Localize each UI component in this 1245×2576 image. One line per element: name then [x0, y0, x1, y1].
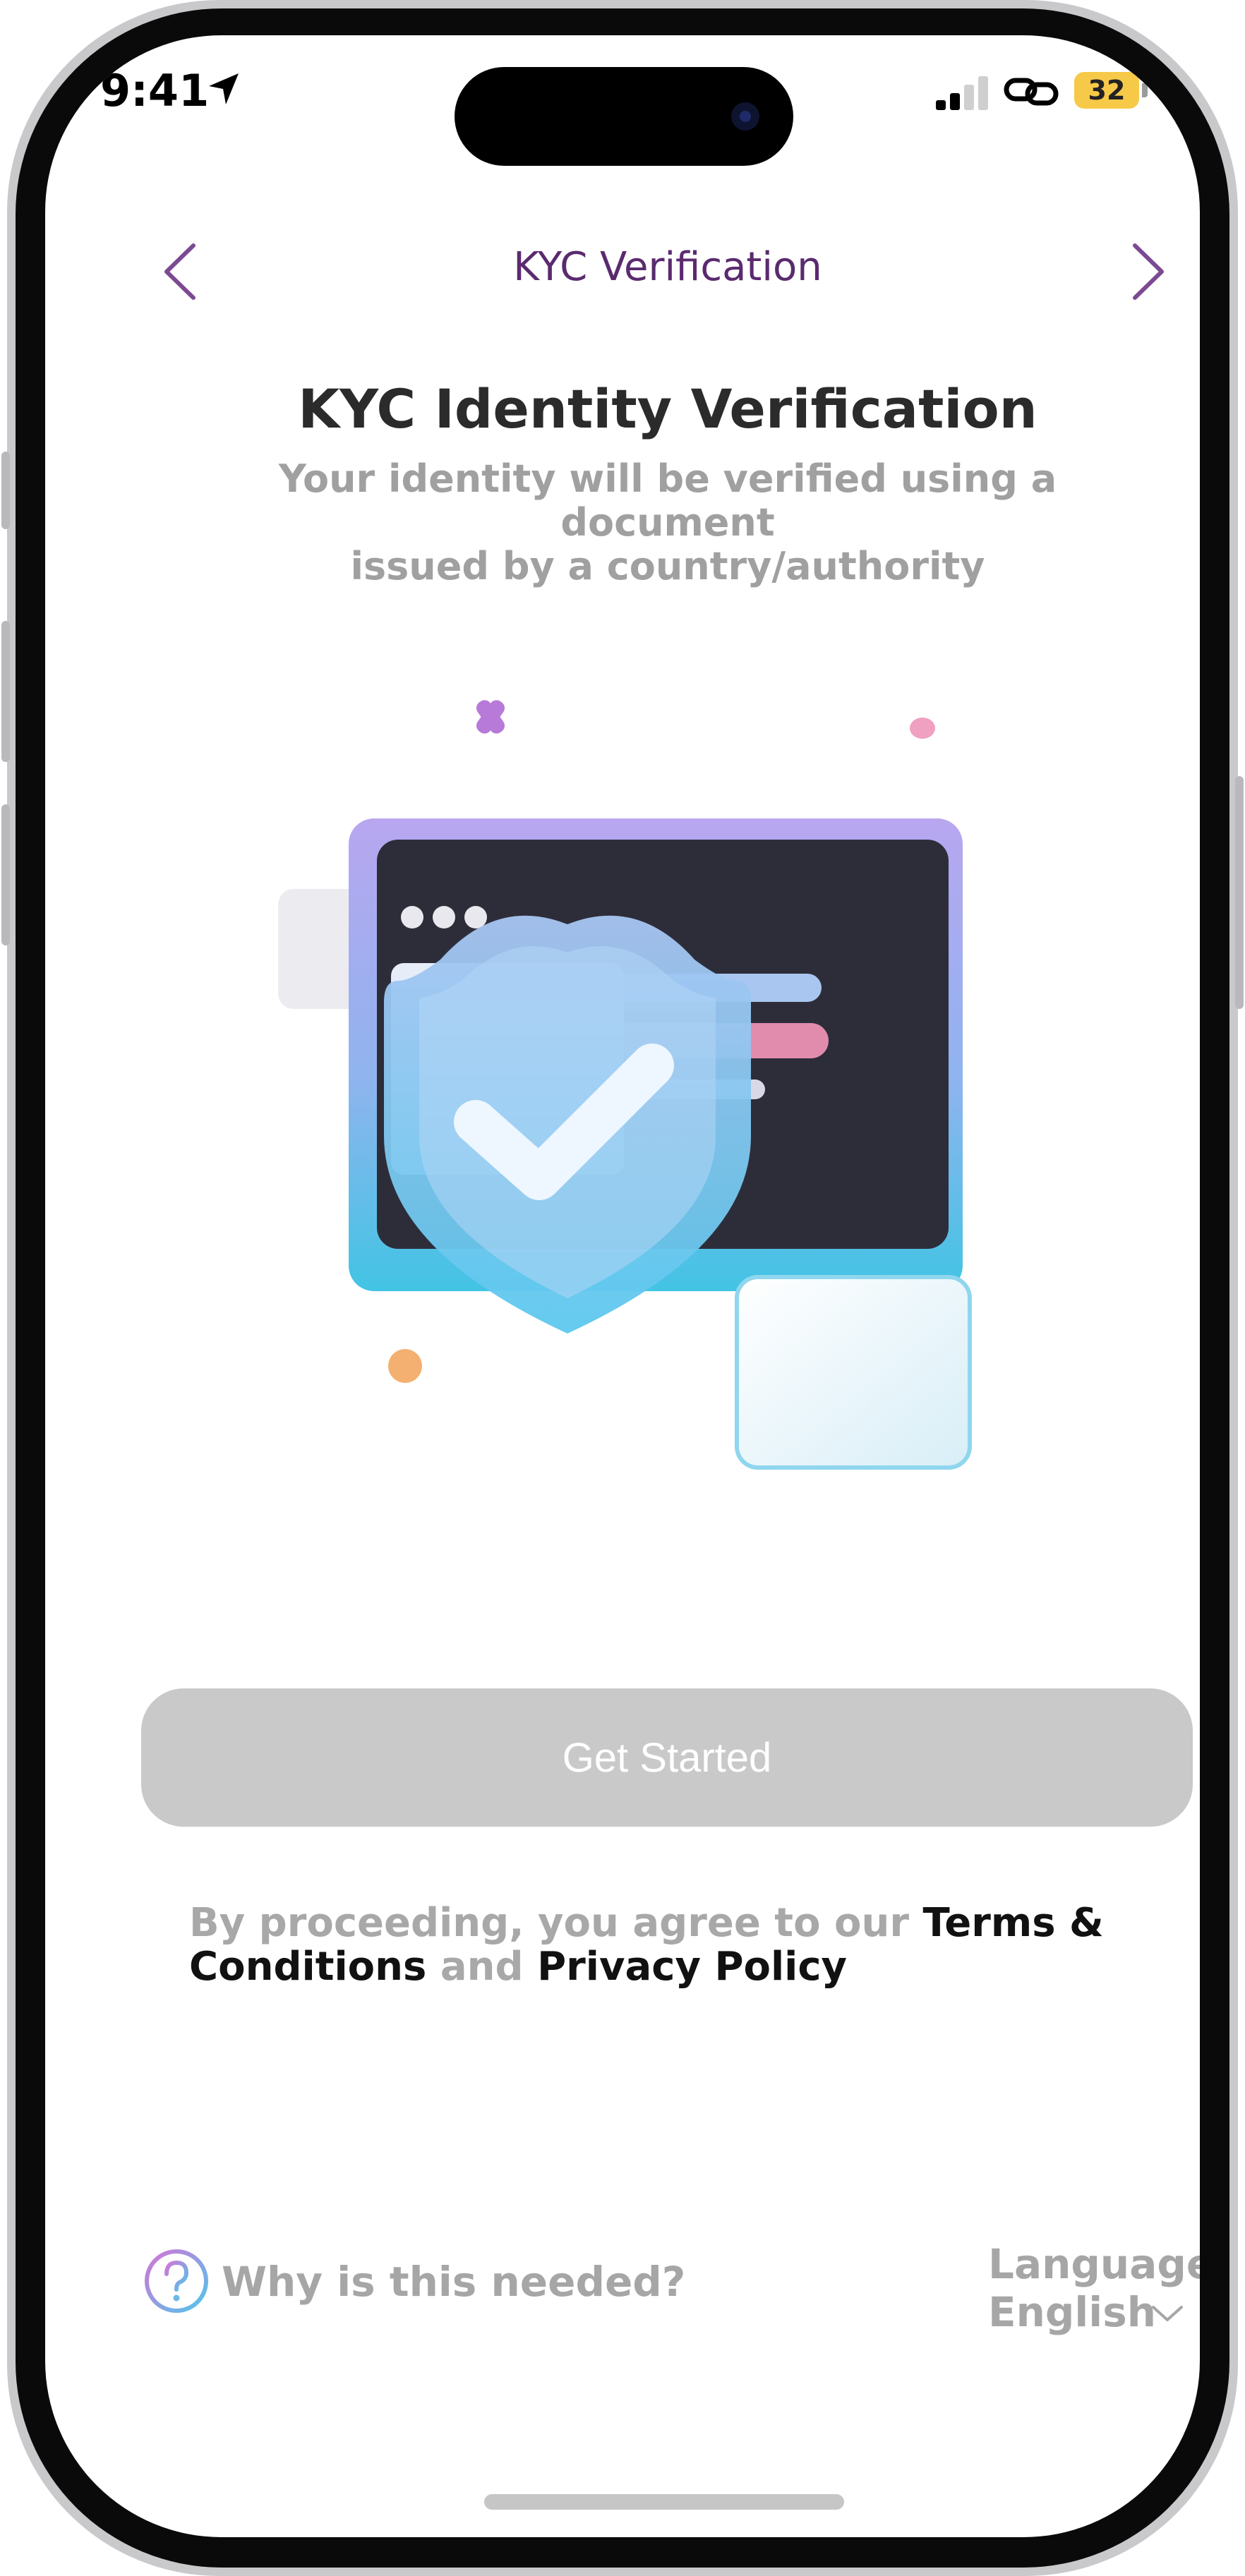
screen: 9:41 32 KYC Verification KYC Identity Ve…	[45, 35, 1200, 2537]
orange-dot	[388, 1349, 422, 1383]
battery-cap	[1142, 83, 1148, 97]
status-time: 9:41	[100, 65, 210, 116]
location-arrow-icon	[209, 73, 239, 104]
subtitle-line-2: issued by a country/authority	[350, 544, 985, 588]
front-camera	[731, 102, 759, 131]
nav-title: KYC Verification	[513, 244, 822, 290]
why-needed-link[interactable]: Why is this needed?	[222, 2258, 685, 2306]
security-illustration	[278, 700, 972, 1470]
side-button-left	[1, 452, 10, 529]
legal-notice: By proceeding, you agree to our Terms & …	[189, 1901, 1107, 1989]
cellular-signal-icon	[936, 75, 992, 110]
side-button-volume-down	[1, 804, 10, 945]
battery-indicator: 32	[1074, 72, 1139, 109]
page-title: KYC Identity Verification	[298, 377, 1038, 440]
question-circle-icon[interactable]	[143, 2247, 210, 2315]
link-icon	[1004, 78, 1059, 106]
terms-link-continued[interactable]: Conditions	[189, 1944, 426, 1990]
get-started-button[interactable]: Get Started	[141, 1688, 1193, 1827]
privacy-policy-link[interactable]: Privacy Policy	[537, 1944, 847, 1990]
subtitle-line-1: Your identity will be verified using a d…	[278, 456, 1057, 545]
side-button-power	[1235, 776, 1244, 1009]
legal-prefix: By proceeding, you agree to our	[189, 1900, 923, 1946]
page-subtitle: Your identity will be verified using a d…	[186, 457, 1149, 588]
chevron-down-icon[interactable]	[1150, 2303, 1184, 2324]
side-button-volume-up	[1, 621, 10, 762]
sparkle-cross-icon	[476, 700, 505, 734]
language-label: Language	[988, 2240, 1200, 2288]
home-indicator[interactable]	[484, 2494, 844, 2510]
legal-and: and	[426, 1944, 538, 1990]
pink-dot	[910, 718, 935, 739]
forward-chevron-icon[interactable]	[1126, 240, 1169, 303]
terms-link[interactable]: Terms &	[923, 1900, 1104, 1946]
language-selector[interactable]: English	[988, 2288, 1156, 2336]
